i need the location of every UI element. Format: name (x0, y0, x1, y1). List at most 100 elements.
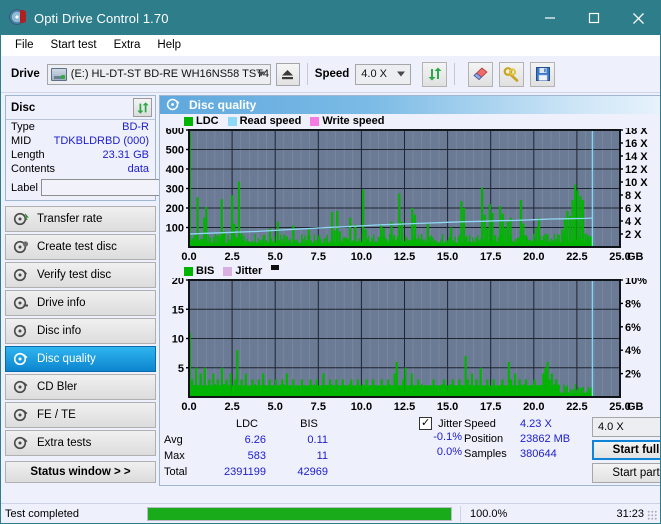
sidebar-item-label: Drive info (37, 297, 86, 309)
stats-row-max-key: Max (164, 450, 185, 462)
toolbar-divider-1 (306, 63, 308, 85)
menu-item-help[interactable]: Help (151, 37, 190, 54)
jitter-header: ✓ Jitter (340, 417, 464, 430)
svg-text:10 X: 10 X (625, 177, 648, 189)
refresh-button[interactable] (422, 61, 448, 87)
sidebar-item-transfer-rate[interactable]: Transfer rate (5, 206, 156, 232)
application-window: Opti Drive Control 1.70 File Start test … (0, 0, 661, 524)
position-key: Position (464, 433, 504, 445)
eraser-button[interactable] (468, 61, 494, 87)
sidebar-item-fe-te[interactable]: FE / TE (5, 402, 156, 428)
legend-swatch-read-speed (227, 116, 237, 126)
disc-mid-key: MID (11, 135, 32, 147)
disc-create-icon (13, 239, 29, 255)
sidebar-item-extra-tests[interactable]: Extra tests (5, 430, 156, 456)
sidebar-item-verify-test-disc[interactable]: Verify test disc (5, 262, 156, 288)
disc-quality-icon (13, 351, 29, 367)
svg-text:12.5: 12.5 (394, 401, 415, 413)
start-part-button[interactable]: Start part (592, 463, 660, 483)
svg-text:20: 20 (172, 278, 184, 287)
status-text: Test completed (5, 507, 79, 520)
legend-entry-write-speed: Write speed (310, 115, 385, 127)
disc-panel-title: Disc (11, 101, 36, 114)
disc-refresh-button[interactable] (133, 98, 152, 117)
svg-text:GB: GB (627, 401, 644, 413)
disc-fete-icon (13, 407, 29, 423)
svg-text:15: 15 (172, 304, 184, 316)
stats-row-max-bis: 11 (316, 450, 328, 462)
svg-text:12 X: 12 X (625, 164, 648, 176)
main-panel-title: Disc quality (189, 98, 257, 112)
speed-select-value: 4.0 X (361, 68, 387, 80)
stats-row-avg-key: Avg (164, 434, 183, 446)
toolbar-divider-2 (454, 63, 456, 85)
stats-header-ldc: LDC (235, 418, 258, 430)
sidebar-item-cd-bler[interactable]: CD Bler (5, 374, 156, 400)
svg-text:17.5: 17.5 (480, 401, 501, 413)
maximize-icon[interactable] (572, 1, 616, 35)
svg-text:2.5: 2.5 (224, 401, 239, 413)
svg-text:2%: 2% (625, 369, 641, 381)
samples-key: Samples (464, 448, 507, 460)
bis-chart-legend: BIS Jitter (160, 264, 660, 278)
close-icon[interactable] (616, 1, 660, 35)
menu-item-file[interactable]: File (9, 37, 43, 54)
disc-contents-value: data (127, 163, 149, 175)
svg-text:15.0: 15.0 (437, 251, 458, 263)
speed-label: Speed (314, 68, 350, 80)
menu-item-extra[interactable]: Extra (108, 37, 150, 54)
disc-quality-icon (166, 97, 182, 113)
svg-text:100: 100 (166, 223, 184, 235)
navigation-list: Transfer rate Create test disc Verify te… (5, 206, 156, 456)
title-bar: Opti Drive Control 1.70 (1, 1, 660, 35)
svg-text:16 X: 16 X (625, 138, 648, 150)
svg-text:10: 10 (172, 334, 184, 346)
disc-contents-key: Contents (11, 163, 56, 175)
chevron-down-icon (397, 71, 406, 77)
sidebar-item-label: FE / TE (37, 409, 76, 421)
svg-text:200: 200 (166, 203, 184, 215)
legend-entry-bis: BIS (184, 265, 214, 277)
tools-button[interactable] (499, 61, 525, 87)
sidebar-item-disc-quality[interactable]: Disc quality (5, 346, 156, 372)
eject-button[interactable] (275, 62, 300, 86)
start-full-button[interactable]: Start full (592, 440, 660, 460)
svg-text:14 X: 14 X (625, 151, 648, 163)
disc-transfer-icon (13, 211, 29, 227)
menu-item-start-test[interactable]: Start test (45, 37, 106, 54)
window-title: Opti Drive Control 1.70 (34, 10, 169, 26)
status-bar: Test completed 100.0% 31:23 (1, 503, 660, 523)
speed-select[interactable]: 4.0 X (355, 63, 412, 85)
disc-info-panel: Disc Type BD-R MID TDKBLDRBD (000) Lengt… (5, 95, 243, 201)
sidebar-item-label: Extra tests (37, 437, 92, 449)
progress-bar-fill (148, 507, 451, 520)
svg-text:7.5: 7.5 (311, 251, 326, 263)
drive-select-value: (E:) HL-DT-ST BD-RE WH16NS58 TST4 (70, 68, 270, 80)
drive-select[interactable]: (E:) HL-DT-ST BD-RE WH16NS58 TST4 (46, 63, 271, 85)
speed-row: Speed 4.23 X (464, 417, 592, 432)
bis-chart-svg: 5 10 15 20 2% 4% 6% 8% 10% 0.0 2.5 5.0 7.5 10.0 12.5 15… (172, 278, 647, 413)
svg-text:5: 5 (178, 363, 184, 375)
sidebar-item-label: Disc quality (37, 353, 96, 365)
sidebar-item-drive-info[interactable]: Drive info (5, 290, 156, 316)
sidebar-item-disc-info[interactable]: Disc info (5, 318, 156, 344)
legend-label-bis: BIS (196, 265, 215, 277)
svg-text:12.5: 12.5 (394, 251, 415, 263)
speed-value: 4.23 X (520, 418, 552, 430)
svg-text:20.0: 20.0 (523, 401, 544, 413)
legend-label-read-speed: Read speed (239, 115, 302, 127)
minimize-icon[interactable] (528, 1, 572, 35)
ldc-chart-legend: LDC Read speed Write speed (160, 114, 660, 128)
disc-label-row: Label (6, 176, 243, 200)
disc-row-mid: MID TDKBLDRBD (000) (6, 134, 155, 148)
status-window-button[interactable]: Status window > > (5, 461, 156, 483)
jitter-checkbox[interactable]: ✓ (419, 417, 433, 430)
test-speed-value: 4.0 X (598, 421, 624, 433)
ldc-chart: LDC Read speed Write speed 100 200 300 400 5… (160, 114, 660, 264)
position-value: 23862 MB (520, 433, 571, 445)
test-speed-select[interactable]: 4.0 X (592, 417, 660, 437)
resize-grip[interactable] (647, 510, 657, 520)
sidebar-item-create-test-disc[interactable]: Create test disc (5, 234, 156, 260)
save-button[interactable] (530, 61, 556, 87)
svg-text:10.0: 10.0 (351, 401, 372, 413)
